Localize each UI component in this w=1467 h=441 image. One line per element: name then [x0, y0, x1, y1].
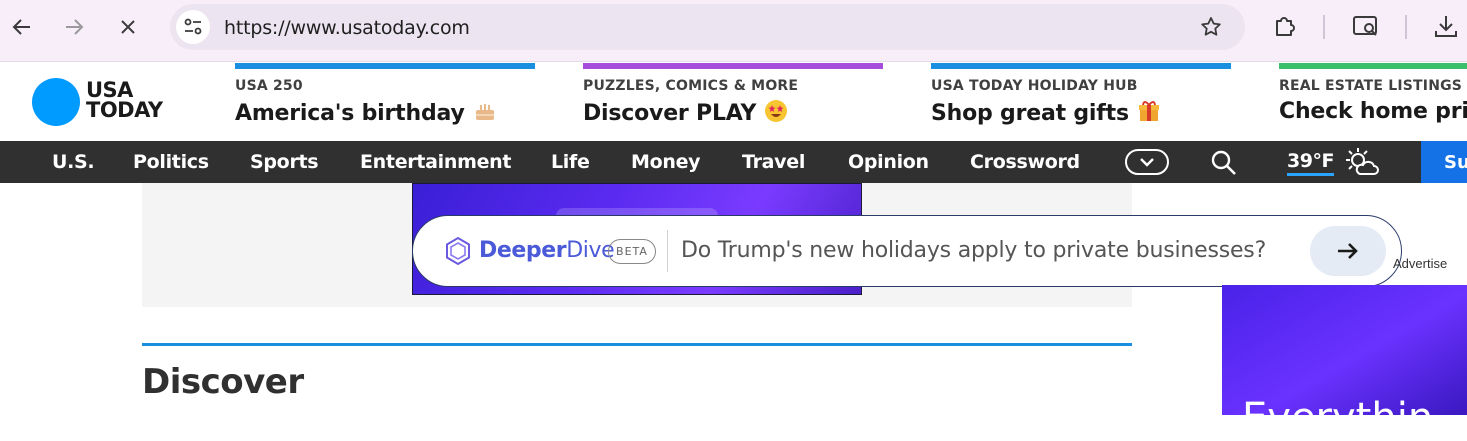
brand-part-deeper: Deeper — [479, 238, 567, 263]
site-info-button[interactable] — [176, 10, 210, 44]
search-icon — [1211, 150, 1236, 175]
deeperdive-submit-button[interactable] — [1310, 226, 1386, 276]
nav-item-sports[interactable]: Sports — [250, 151, 319, 173]
nav-item-travel[interactable]: Travel — [742, 151, 805, 173]
promo-headline: Check home pric — [1279, 99, 1467, 124]
section-divider — [142, 343, 1132, 346]
promo-bar — [235, 63, 535, 69]
wrapped-gift-icon — [1137, 99, 1161, 123]
deeperdive-brand: DeeperDive — [479, 238, 615, 263]
toolbar-divider — [1405, 15, 1407, 39]
nav-item-entertainment[interactable]: Entertainment — [360, 151, 511, 173]
nav-item-money[interactable]: Money — [631, 151, 701, 173]
nav-item-politics[interactable]: Politics — [133, 151, 209, 173]
stop-loading-icon — [121, 20, 135, 34]
deeperdive-search-bar[interactable]: DeeperDive BETA Do Trump's new holidays … — [412, 215, 1402, 287]
back-button[interactable] — [8, 13, 36, 41]
downloads-button[interactable] — [1433, 13, 1459, 44]
promo-card-holiday-hub[interactable]: USA TODAY HOLIDAY HUB Shop great gifts — [931, 63, 1231, 141]
promo-card-puzzles[interactable]: PUZZLES, COMICS & MORE Discover PLAY — [583, 63, 883, 141]
address-bar[interactable]: https://www.usatoday.com — [170, 4, 1245, 50]
deeperdive-logo — [443, 236, 473, 271]
promo-headline: America's birthday — [235, 99, 497, 126]
browser-toolbar: https://www.usatoday.com — [0, 0, 1467, 62]
ad-headline: Everythin — [1242, 395, 1434, 441]
promo-bar — [583, 63, 883, 69]
deeperdive-divider — [667, 230, 668, 272]
nav-item-crossword[interactable]: Crossword — [970, 151, 1080, 173]
toolbar-divider — [1323, 15, 1325, 39]
forward-arrow-icon — [66, 19, 84, 35]
deeperdive-question-input[interactable]: Do Trump's new holidays apply to private… — [681, 238, 1266, 263]
beta-badge: BETA — [608, 239, 656, 264]
promo-kicker: USA 250 — [235, 78, 303, 94]
promo-headline-text: America's birthday — [235, 101, 465, 126]
advertisement-label: Advertise — [1393, 256, 1448, 271]
promo-kicker: REAL ESTATE LISTINGS — [1279, 78, 1463, 94]
nav-item-opinion[interactable]: Opinion — [848, 151, 929, 173]
screen-search-icon — [1353, 16, 1377, 36]
nav-item-us[interactable]: U.S. — [52, 151, 95, 173]
usa-today-logo-dot[interactable] — [32, 78, 80, 126]
star-struck-face-icon — [764, 99, 788, 123]
screen-search-button[interactable] — [1352, 13, 1380, 44]
partly-cloudy-icon — [1346, 148, 1379, 175]
promo-headline-text: Shop great gifts — [931, 101, 1129, 126]
nav-item-life[interactable]: Life — [551, 151, 590, 173]
back-arrow-icon — [12, 19, 30, 35]
logo-line1: USA — [86, 78, 133, 102]
promo-headline: Shop great gifts — [931, 99, 1161, 126]
birthday-cake-icon — [473, 99, 497, 123]
promo-kicker: USA TODAY HOLIDAY HUB — [931, 78, 1138, 94]
promo-headline: Discover PLAY — [583, 99, 788, 126]
site-info-icon — [184, 18, 202, 35]
url-text[interactable]: https://www.usatoday.com — [224, 17, 470, 39]
logo-line2: TODAY — [86, 98, 163, 122]
weather-temperature[interactable]: 39°F — [1287, 150, 1334, 176]
promo-headline-text: Discover PLAY — [583, 101, 757, 126]
forward-button[interactable] — [60, 13, 88, 41]
right-rail-advertisement[interactable]: Everythin — [1222, 285, 1467, 441]
extensions-icon — [1276, 17, 1295, 36]
bookmark-button[interactable] — [1199, 15, 1223, 44]
promo-card-real-estate[interactable]: REAL ESTATE LISTINGS Check home pric — [1279, 63, 1467, 141]
bookmark-star-icon — [1201, 17, 1221, 36]
chevron-down-icon — [1140, 158, 1154, 167]
promo-bar — [1279, 63, 1467, 69]
promo-bar — [931, 63, 1231, 69]
extensions-button[interactable] — [1272, 13, 1298, 44]
arrow-right-icon — [1338, 243, 1358, 259]
stop-loading-button[interactable] — [114, 13, 142, 41]
hexagon-logo-icon — [446, 236, 470, 266]
section-title: Discover — [142, 362, 304, 402]
subscribe-button[interactable]: Su — [1421, 141, 1467, 183]
weather-button[interactable] — [1344, 147, 1380, 182]
nav-search-button[interactable] — [1210, 149, 1238, 182]
download-icon — [1435, 16, 1457, 37]
promo-card-usa250[interactable]: USA 250 America's birthday — [235, 63, 535, 141]
main-nav: U.S. Politics Sports Entertainment Life … — [0, 141, 1467, 183]
usa-today-logo-text[interactable]: USA TODAY — [86, 78, 163, 122]
promo-kicker: PUZZLES, COMICS & MORE — [583, 78, 799, 94]
nav-more-button[interactable] — [1125, 149, 1169, 175]
